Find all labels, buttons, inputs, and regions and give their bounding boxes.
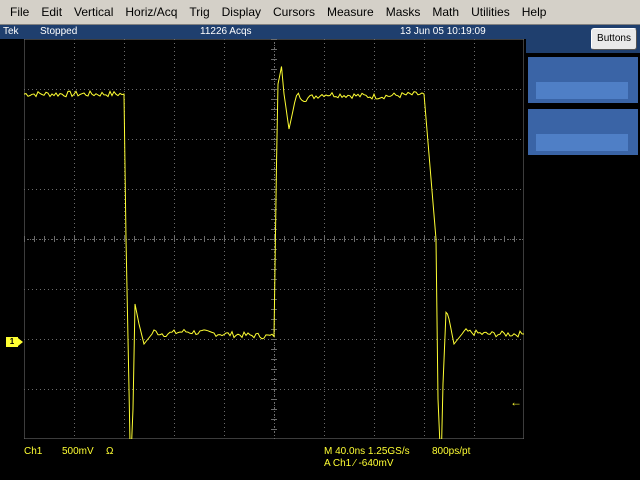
acquisition-count: 11226 Acqs (200, 26, 252, 37)
trigger-level-arrow-icon[interactable]: ← (510, 396, 522, 408)
buttons-button[interactable]: Buttons (591, 28, 637, 50)
menu-horiz-acq[interactable]: Horiz/Acq (119, 0, 183, 25)
menu-masks[interactable]: Masks (380, 0, 427, 25)
readout-panel-2[interactable] (528, 109, 638, 155)
volts-per-div[interactable]: 500mV (62, 446, 94, 457)
readout-panel-2-field (536, 134, 628, 151)
menu-vertical[interactable]: Vertical (68, 0, 119, 25)
acquisition-state: Stopped (40, 26, 78, 37)
date-time: 13 Jun 05 10:19:09 (400, 26, 486, 37)
menu-help[interactable]: Help (516, 0, 553, 25)
readout-panel-1[interactable] (528, 57, 638, 103)
sample-interval: 800ps/pt (432, 446, 471, 457)
menu-cursors[interactable]: Cursors (267, 0, 321, 25)
menu-display[interactable]: Display (216, 0, 267, 25)
impedance-icon: Ω (106, 446, 114, 457)
right-panel: Buttons (526, 25, 640, 480)
bottom-readout: Ch1 500mV Ω M 40.0ns 1.25GS/s 800ps/pt A… (0, 440, 526, 480)
menu-trig[interactable]: Trig (183, 0, 215, 25)
buttons-strip: Buttons (526, 25, 640, 53)
timebase-readout[interactable]: M 40.0ns 1.25GS/s (324, 446, 410, 457)
readout-panel-1-field (536, 82, 628, 99)
menu-measure[interactable]: Measure (321, 0, 380, 25)
menu-edit[interactable]: Edit (35, 0, 68, 25)
brand-label: Tek (3, 26, 19, 37)
menu-bar: File Edit Vertical Horiz/Acq Trig Display Curs… (0, 0, 640, 25)
menu-file[interactable]: File (0, 0, 35, 25)
channel-label[interactable]: Ch1 (24, 446, 42, 457)
menu-utilities[interactable]: Utilities (465, 0, 516, 25)
waveform-display (24, 39, 524, 439)
ch1-ground-marker[interactable]: 1 (6, 337, 23, 347)
menu-math[interactable]: Math (426, 0, 465, 25)
status-bar: Tek Stopped 11226 Acqs 13 Jun 05 10:19:0… (0, 25, 526, 39)
trigger-readout[interactable]: A Ch1 ⁄ -640mV (324, 458, 393, 469)
